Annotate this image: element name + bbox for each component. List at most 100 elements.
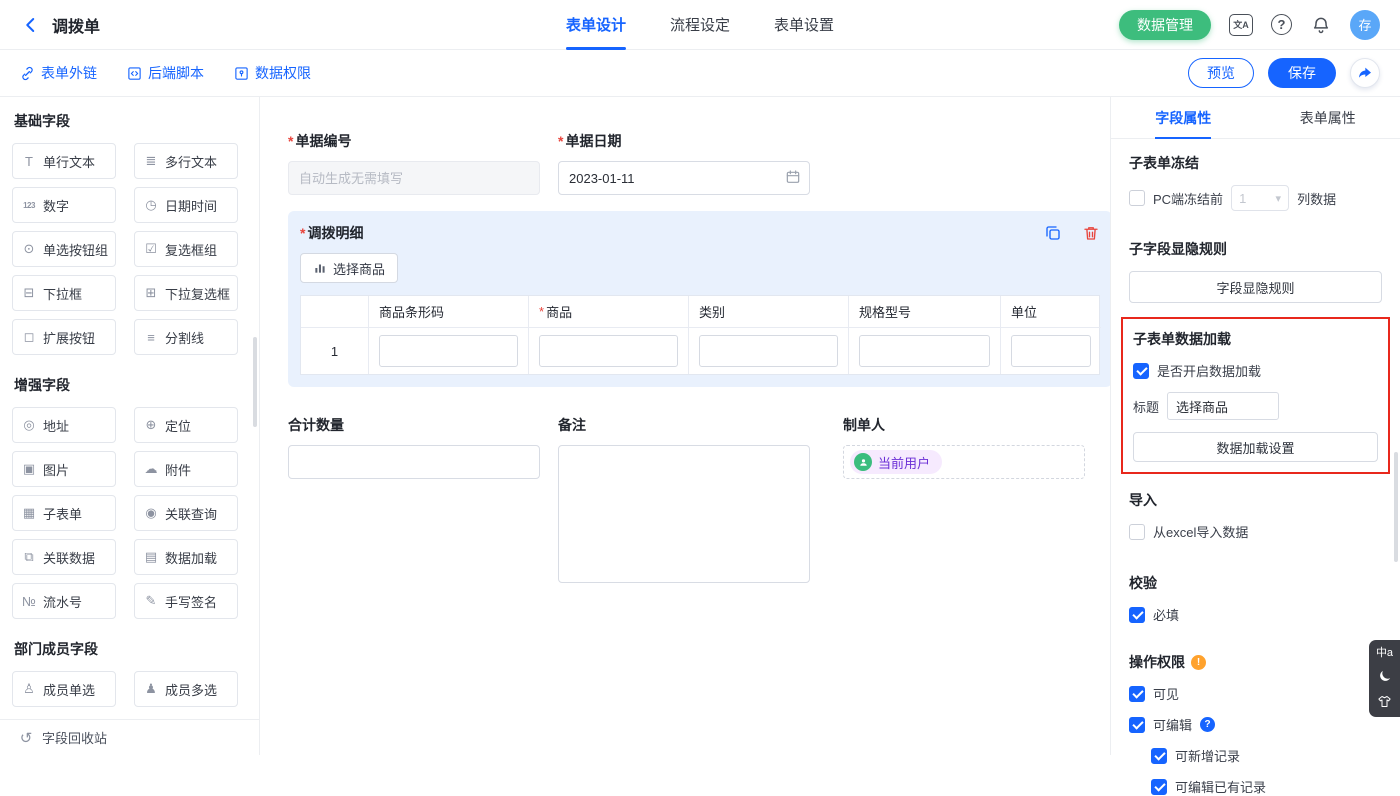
field-item-member-single[interactable]: ♙成员单选 xyxy=(12,671,116,707)
moon-icon[interactable] xyxy=(1377,669,1392,684)
freeze-label: PC端冻结前 xyxy=(1153,189,1223,208)
column-header: 商品条形码 xyxy=(369,296,529,328)
doc-no-input[interactable] xyxy=(288,161,540,195)
form-external-link[interactable]: 表单外链 xyxy=(20,63,97,83)
field-item-label: 数字 xyxy=(43,196,69,215)
field-item-radio-group[interactable]: ⊙单选按钮组 xyxy=(12,231,116,267)
field-item-multi-select[interactable]: ⊞下拉复选框 xyxy=(134,275,238,311)
visibility-rules-button[interactable]: 字段显隐规则 xyxy=(1129,271,1382,303)
preview-button[interactable]: 预览 xyxy=(1188,58,1254,88)
subform-cell-input[interactable] xyxy=(1011,335,1091,367)
data-manage-button[interactable]: 数据管理 xyxy=(1119,10,1211,40)
info-icon[interactable]: ! xyxy=(1191,655,1206,670)
import-label: 从excel导入数据 xyxy=(1153,522,1248,541)
share-button[interactable] xyxy=(1350,58,1380,88)
field-item-checkbox-group[interactable]: ☑复选框组 xyxy=(134,231,238,267)
permission-checkbox[interactable] xyxy=(1151,748,1167,764)
select-goods-label: 选择商品 xyxy=(333,259,385,278)
field-total-qty[interactable]: 合计数量 xyxy=(288,415,540,586)
subform-title: *调拨明细 xyxy=(300,223,363,243)
question-circle-icon[interactable]: ? xyxy=(1200,717,1215,732)
panel-tabs: 字段属性 表单属性 xyxy=(1111,97,1400,139)
save-button[interactable]: 保存 xyxy=(1268,58,1336,88)
backend-script-link[interactable]: 后端脚本 xyxy=(127,63,204,83)
tab-field-props[interactable]: 字段属性 xyxy=(1111,97,1256,138)
permission-checkbox[interactable] xyxy=(1129,686,1145,702)
field-item-select[interactable]: ⊟下拉框 xyxy=(12,275,116,311)
tab-form-design[interactable]: 表单设计 xyxy=(566,0,626,50)
translate-icon[interactable]: 文A xyxy=(1229,14,1253,36)
field-remark[interactable]: 备注 xyxy=(558,415,810,586)
field-item-single-line-text[interactable]: T单行文本 xyxy=(12,143,116,179)
field-item-data-load[interactable]: ▤数据加载 xyxy=(134,539,238,575)
tab-flow-setting[interactable]: 流程设定 xyxy=(670,0,730,50)
doc-date-input[interactable] xyxy=(558,161,810,195)
shirt-icon[interactable] xyxy=(1377,694,1392,709)
field-item-number[interactable]: 123 数字 xyxy=(12,187,116,223)
field-item-member-multi[interactable]: ♟成员多选 xyxy=(134,671,238,707)
subform-cell-input[interactable] xyxy=(859,335,990,367)
translate-toggle-icon[interactable]: 中a xyxy=(1376,648,1393,659)
field-item-extend-button[interactable]: ◻扩展按钮 xyxy=(12,319,116,355)
required-checkbox[interactable] xyxy=(1129,607,1145,623)
field-item-multi-line-text[interactable]: ≣多行文本 xyxy=(134,143,238,179)
delete-icon[interactable] xyxy=(1082,224,1100,242)
app-header: 调拨单 表单设计 流程设定 表单设置 数据管理 文A ? 存 xyxy=(0,0,1400,50)
field-item-signature[interactable]: ✎手写签名 xyxy=(134,583,238,619)
field-item-subform[interactable]: ▦子表单 xyxy=(12,495,116,531)
field-creator[interactable]: 制单人 当前用户 xyxy=(843,415,1085,586)
field-item-serial-number[interactable]: №流水号 xyxy=(12,583,116,619)
field-item-image[interactable]: ▣图片 xyxy=(12,451,116,487)
creator-value-box[interactable]: 当前用户 xyxy=(843,445,1085,479)
field-item-datetime[interactable]: ◷日期时间 xyxy=(134,187,238,223)
field-doc-no[interactable]: *单据编号 xyxy=(288,131,540,195)
data-load-title-input[interactable] xyxy=(1167,392,1279,420)
permission-checkbox[interactable] xyxy=(1129,717,1145,733)
back-button[interactable] xyxy=(20,14,42,36)
field-item-linked-query[interactable]: ◉关联查询 xyxy=(134,495,238,531)
image-icon: ▣ xyxy=(21,461,37,477)
subform-cell xyxy=(1001,328,1101,374)
help-icon[interactable]: ? xyxy=(1271,14,1292,35)
field-item-divider[interactable]: ≡分割线 xyxy=(134,319,238,355)
divider-icon: ≡ xyxy=(143,330,159,345)
doc-no-label: *单据编号 xyxy=(288,131,540,151)
subform-table: 商品条形码*商品类别规格型号单位 1 xyxy=(300,295,1100,375)
data-load-icon: ▤ xyxy=(143,549,159,565)
field-item-attachment[interactable]: ☁附件 xyxy=(134,451,238,487)
data-permission-label: 数据权限 xyxy=(255,63,311,83)
field-recycle-bin[interactable]: ↺ 字段回收站 xyxy=(0,719,259,755)
calendar-icon[interactable] xyxy=(785,169,801,188)
copy-icon[interactable] xyxy=(1044,224,1062,242)
location-icon: ⊕ xyxy=(143,417,159,433)
notification-bell-icon[interactable] xyxy=(1310,14,1332,36)
field-item-address[interactable]: ◎地址 xyxy=(12,407,116,443)
freeze-checkbox[interactable] xyxy=(1129,190,1145,206)
field-item-linked-data[interactable]: ⧉关联数据 xyxy=(12,539,116,575)
number-icon: 123 xyxy=(21,201,37,210)
subform-cell-input[interactable] xyxy=(699,335,838,367)
field-item-location[interactable]: ⊕定位 xyxy=(134,407,238,443)
import-checkbox[interactable] xyxy=(1129,524,1145,540)
subform-widget[interactable]: *调拨明细 选择商品 商品条形码*商品类别规格型号单位 xyxy=(288,211,1110,387)
subform-cell-input[interactable] xyxy=(379,335,518,367)
tab-form-setting[interactable]: 表单设置 xyxy=(774,0,834,50)
rules-section-title: 子字段显隐规则 xyxy=(1129,239,1382,259)
field-doc-date[interactable]: *单据日期 xyxy=(558,131,810,195)
freeze-count-select[interactable]: 1 ▾ xyxy=(1231,185,1289,211)
remark-textarea[interactable] xyxy=(558,445,810,583)
panel-scrollbar[interactable] xyxy=(1394,452,1398,562)
subform-cell-input[interactable] xyxy=(539,335,678,367)
data-load-checkbox[interactable] xyxy=(1133,363,1149,379)
permission-checkbox[interactable] xyxy=(1151,779,1167,795)
subform-header-row: 商品条形码*商品类别规格型号单位 xyxy=(301,296,1099,328)
total-qty-input[interactable] xyxy=(288,445,540,479)
user-avatar[interactable]: 存 xyxy=(1350,10,1380,40)
property-panel: 字段属性 表单属性 子表单冻结 PC端冻结前 1 ▾ 列数据 子字段显隐规则 字… xyxy=(1110,97,1400,755)
select-goods-button[interactable]: 选择商品 xyxy=(300,253,398,283)
tab-form-props[interactable]: 表单属性 xyxy=(1256,97,1400,138)
field-item-label: 日期时间 xyxy=(165,196,217,215)
data-permission-link[interactable]: 数据权限 xyxy=(234,63,311,83)
sidebar-scrollbar[interactable] xyxy=(253,337,257,427)
data-load-settings-button[interactable]: 数据加载设置 xyxy=(1133,432,1378,462)
